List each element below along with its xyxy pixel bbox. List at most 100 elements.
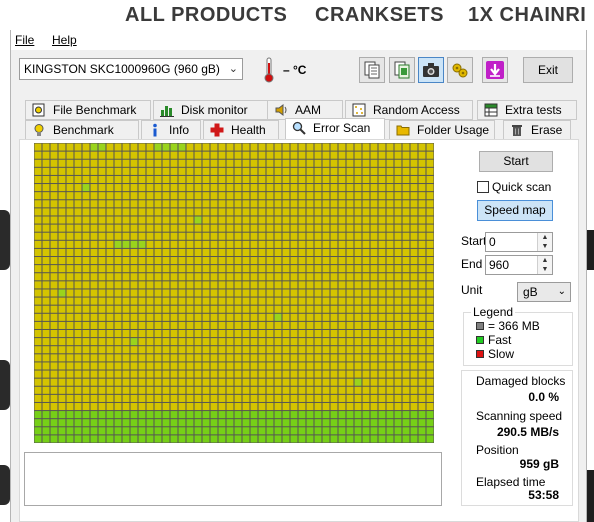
scan-block bbox=[186, 313, 194, 321]
scan-block bbox=[250, 200, 258, 208]
options-button[interactable] bbox=[447, 57, 473, 83]
scan-block bbox=[354, 224, 362, 232]
scan-block bbox=[98, 362, 106, 370]
tab-error-scan[interactable]: Error Scan bbox=[285, 118, 385, 140]
scan-block bbox=[154, 192, 162, 200]
tab-benchmark[interactable]: Benchmark bbox=[25, 120, 139, 140]
scan-block bbox=[266, 313, 274, 321]
scan-block bbox=[274, 419, 282, 427]
scan-block bbox=[138, 265, 146, 273]
spin-arrows-icon[interactable]: ▲ ▼ bbox=[537, 256, 552, 274]
scan-block bbox=[58, 289, 66, 297]
scan-block bbox=[290, 248, 298, 257]
scan-block bbox=[82, 402, 90, 411]
scan-block bbox=[138, 184, 146, 192]
scan-block bbox=[138, 435, 146, 443]
scan-block bbox=[58, 184, 66, 192]
scan-block bbox=[66, 346, 74, 354]
scan-block bbox=[314, 143, 322, 151]
scan-block bbox=[258, 143, 266, 151]
scan-block bbox=[42, 435, 50, 443]
scan-block bbox=[354, 159, 362, 167]
scan-block bbox=[58, 394, 66, 402]
scan-block bbox=[98, 370, 106, 378]
save-button[interactable] bbox=[482, 57, 508, 83]
tab-info[interactable]: Info bbox=[141, 120, 201, 140]
scan-block bbox=[346, 281, 354, 289]
scan-block bbox=[162, 338, 170, 346]
scan-block bbox=[258, 216, 266, 224]
scan-block bbox=[402, 378, 410, 386]
scan-block bbox=[186, 240, 194, 248]
unit-select[interactable]: gB ⌄ bbox=[517, 282, 571, 302]
tab-aam[interactable]: AAM bbox=[267, 100, 343, 120]
tab-extra-tests[interactable]: Extra tests bbox=[477, 100, 577, 120]
end-spinbox[interactable]: 960 ▲ ▼ bbox=[485, 255, 553, 275]
copy-screenshot-button[interactable] bbox=[389, 57, 415, 83]
scan-block bbox=[386, 394, 394, 402]
scan-block bbox=[266, 208, 274, 216]
scan-block bbox=[418, 313, 426, 321]
nav-cranksets[interactable]: CRANKSETS bbox=[315, 4, 444, 27]
start-spinbox[interactable]: 0 ▲ ▼ bbox=[485, 232, 553, 252]
scan-block bbox=[138, 419, 146, 427]
spin-arrows-icon[interactable]: ▲ ▼ bbox=[537, 233, 552, 251]
scan-block bbox=[314, 313, 322, 321]
scan-block bbox=[266, 159, 274, 167]
scan-block bbox=[66, 338, 74, 346]
tab-erase[interactable]: Erase bbox=[503, 120, 571, 140]
scan-block bbox=[234, 402, 242, 411]
scan-block bbox=[426, 338, 434, 346]
drive-select[interactable]: KINGSTON SKC1000960G (960 gB) ⌄ bbox=[19, 58, 243, 80]
scan-block bbox=[314, 427, 322, 435]
screenshot-button[interactable] bbox=[418, 57, 444, 83]
scan-block bbox=[162, 305, 170, 313]
scan-block bbox=[58, 338, 66, 346]
speed-map-button[interactable]: Speed map bbox=[477, 200, 553, 221]
exit-button[interactable]: Exit bbox=[523, 57, 573, 83]
tab-health[interactable]: Health bbox=[203, 120, 279, 140]
nav-1x-chainrings[interactable]: 1X CHAINRI bbox=[468, 4, 586, 27]
scan-block bbox=[250, 289, 258, 297]
scan-block bbox=[274, 281, 282, 289]
scan-block bbox=[82, 305, 90, 313]
quick-scan-checkbox[interactable] bbox=[477, 181, 489, 193]
scan-block bbox=[394, 224, 402, 232]
scan-block bbox=[290, 297, 298, 305]
scan-block bbox=[130, 305, 138, 313]
copy-text-button[interactable] bbox=[359, 57, 385, 83]
tab-random-access[interactable]: Random Access bbox=[345, 100, 473, 120]
scan-block bbox=[426, 297, 434, 305]
scan-block bbox=[74, 281, 82, 289]
tab-disk-monitor[interactable]: Disk monitor bbox=[153, 100, 277, 120]
tab-folder-usage[interactable]: Folder Usage bbox=[389, 120, 495, 140]
scan-block bbox=[98, 281, 106, 289]
scan-block bbox=[394, 378, 402, 386]
scan-block bbox=[186, 329, 194, 338]
scan-block bbox=[258, 184, 266, 192]
scan-block bbox=[402, 151, 410, 159]
scan-block bbox=[154, 184, 162, 192]
scan-block bbox=[322, 167, 330, 175]
tab-file-benchmark[interactable]: File Benchmark bbox=[25, 100, 151, 120]
start-scan-button[interactable]: Start bbox=[479, 151, 553, 172]
scan-block bbox=[298, 200, 306, 208]
scan-block bbox=[122, 419, 130, 427]
menu-help[interactable]: Help bbox=[52, 33, 77, 47]
scan-block bbox=[282, 143, 290, 151]
nav-all-products[interactable]: ALL PRODUCTS bbox=[125, 4, 287, 27]
scan-block bbox=[306, 151, 314, 159]
scan-block bbox=[250, 321, 258, 329]
menu-file[interactable]: File bbox=[15, 33, 34, 47]
scan-block bbox=[370, 329, 378, 338]
scan-block bbox=[282, 427, 290, 435]
scan-block bbox=[130, 338, 138, 346]
scan-block bbox=[306, 248, 314, 257]
scan-block bbox=[330, 329, 338, 338]
scan-block bbox=[346, 175, 354, 184]
scan-block bbox=[298, 346, 306, 354]
scan-block bbox=[418, 411, 426, 419]
scan-block bbox=[90, 265, 98, 273]
scan-block bbox=[354, 273, 362, 281]
scan-block bbox=[346, 338, 354, 346]
